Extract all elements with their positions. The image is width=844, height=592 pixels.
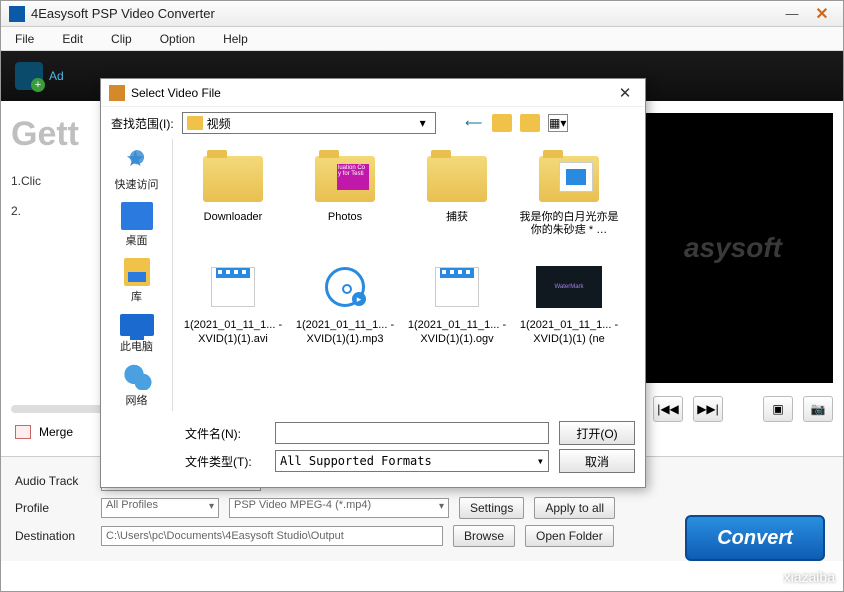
dialog-title: Select Video File xyxy=(131,86,613,100)
file-item[interactable]: 1(2021_01_11_1... - XVID(1)(1).ogv xyxy=(401,255,513,349)
filetype-select[interactable]: All Supported Formats▾ xyxy=(275,450,549,472)
site-watermark: xiazaiba xyxy=(784,569,835,585)
place-desktop[interactable]: 桌面 xyxy=(105,199,169,251)
profile-label: Profile xyxy=(15,501,91,515)
pc-icon xyxy=(120,314,154,336)
file-item[interactable]: luation Co y for TestiPhotos xyxy=(289,147,401,241)
folder-icon xyxy=(187,116,203,130)
preview-panel: asysoft xyxy=(633,113,833,383)
disc-icon xyxy=(325,267,365,307)
snapshot-button[interactable]: ▣ xyxy=(763,396,793,422)
close-button[interactable]: ✕ xyxy=(809,4,835,24)
app-icon xyxy=(9,6,25,22)
profile-value: PSP Video MPEG-4 (*.mp4) xyxy=(234,499,371,511)
camera-button[interactable]: 📷 xyxy=(803,396,833,422)
lookin-select[interactable]: 视频 ▾ xyxy=(182,112,436,134)
menubar: File Edit Clip Option Help xyxy=(1,27,843,51)
folder-icon xyxy=(203,156,263,202)
star-icon xyxy=(121,146,153,174)
video-thumb-icon: WaterMark xyxy=(536,266,602,308)
folder-icon xyxy=(539,156,599,202)
profile-select[interactable]: PSP Video MPEG-4 (*.mp4) xyxy=(229,498,449,518)
lookin-row: 查找范围(I): 视频 ▾ ⟵ ▦▾ xyxy=(101,107,645,139)
prev-button[interactable]: |◀◀ xyxy=(653,396,683,422)
folder-icon xyxy=(427,156,487,202)
cancel-button[interactable]: 取消 xyxy=(559,449,635,473)
minimize-button[interactable]: — xyxy=(779,4,805,24)
merge-icon xyxy=(15,425,31,439)
file-item[interactable]: 1(2021_01_11_1... - XVID(1)(1).mp3 xyxy=(289,255,401,349)
file-item[interactable]: 1(2021_01_11_1... - XVID(1)(1).avi xyxy=(177,255,289,349)
places-bar: 快速访问 桌面 库 此电脑 网络 xyxy=(101,139,173,411)
add-icon xyxy=(15,62,43,90)
menu-file[interactable]: File xyxy=(15,32,34,46)
place-network[interactable]: 网络 xyxy=(105,361,169,411)
dialog-close-button[interactable]: ✕ xyxy=(613,81,637,105)
preview-watermark: asysoft xyxy=(684,232,782,264)
place-libraries[interactable]: 库 xyxy=(105,255,169,307)
chevron-down-icon: ▾ xyxy=(415,116,431,130)
file-dialog: Select Video File ✕ 查找范围(I): 视频 ▾ ⟵ ▦▾ 快… xyxy=(100,78,646,488)
window-title: 4Easysoft PSP Video Converter xyxy=(31,6,775,21)
filename-label: 文件名(N): xyxy=(185,425,265,442)
titlebar: 4Easysoft PSP Video Converter — ✕ xyxy=(1,1,843,27)
dialog-icon xyxy=(109,85,125,101)
menu-edit[interactable]: Edit xyxy=(62,32,83,46)
destination-label: Destination xyxy=(15,529,91,543)
nav-newfolder-button[interactable] xyxy=(520,114,540,132)
libraries-icon xyxy=(124,258,150,286)
settings-button[interactable]: Settings xyxy=(459,497,524,519)
file-item[interactable]: WaterMark1(2021_01_11_1... - XVID(1)(1) … xyxy=(513,255,625,349)
place-quickaccess[interactable]: 快速访问 xyxy=(105,143,169,195)
nav-view-button[interactable]: ▦▾ xyxy=(548,114,568,132)
dialog-bottom: 文件名(N): 打开(O) 文件类型(T): All Supported For… xyxy=(101,411,645,487)
profile-group-value: All Profiles xyxy=(106,499,158,511)
menu-option[interactable]: Option xyxy=(160,32,195,46)
file-item[interactable]: 捕获 xyxy=(401,147,513,241)
file-item[interactable]: Downloader xyxy=(177,147,289,241)
file-item[interactable]: 我是你的白月光亦是你的朱砂痣 * … xyxy=(513,147,625,241)
video-icon xyxy=(435,267,479,307)
convert-button[interactable]: Convert xyxy=(685,515,825,561)
filename-input[interactable] xyxy=(275,422,549,444)
nav-up-button[interactable] xyxy=(492,114,512,132)
menu-clip[interactable]: Clip xyxy=(111,32,132,46)
desktop-icon xyxy=(121,202,153,230)
merge-label[interactable]: Merge xyxy=(39,425,73,439)
dialog-titlebar: Select Video File ✕ xyxy=(101,79,645,107)
place-thispc[interactable]: 此电脑 xyxy=(105,311,169,357)
profile-group-select[interactable]: All Profiles xyxy=(101,498,219,518)
folder-icon: luation Co y for Testi xyxy=(315,156,375,202)
file-grid[interactable]: Downloader luation Co y for TestiPhotos … xyxy=(173,139,645,411)
open-folder-button[interactable]: Open Folder xyxy=(525,525,614,547)
add-file-button[interactable]: Ad xyxy=(15,62,64,90)
menu-help[interactable]: Help xyxy=(223,32,248,46)
destination-input[interactable] xyxy=(101,526,443,546)
lookin-label: 查找范围(I): xyxy=(111,115,174,132)
nav-back-button[interactable]: ⟵ xyxy=(464,114,484,132)
browse-button[interactable]: Browse xyxy=(453,525,515,547)
open-button[interactable]: 打开(O) xyxy=(559,421,635,445)
add-label: Ad xyxy=(49,69,64,83)
audio-track-label: Audio Track xyxy=(15,474,91,488)
video-icon xyxy=(211,267,255,307)
filetype-label: 文件类型(T): xyxy=(185,453,265,470)
lookin-value: 视频 xyxy=(207,115,231,132)
network-icon xyxy=(122,364,152,390)
dialog-body: 快速访问 桌面 库 此电脑 网络 Downloader luation Co y… xyxy=(101,139,645,411)
apply-all-button[interactable]: Apply to all xyxy=(534,497,615,519)
next-button[interactable]: ▶▶| xyxy=(693,396,723,422)
